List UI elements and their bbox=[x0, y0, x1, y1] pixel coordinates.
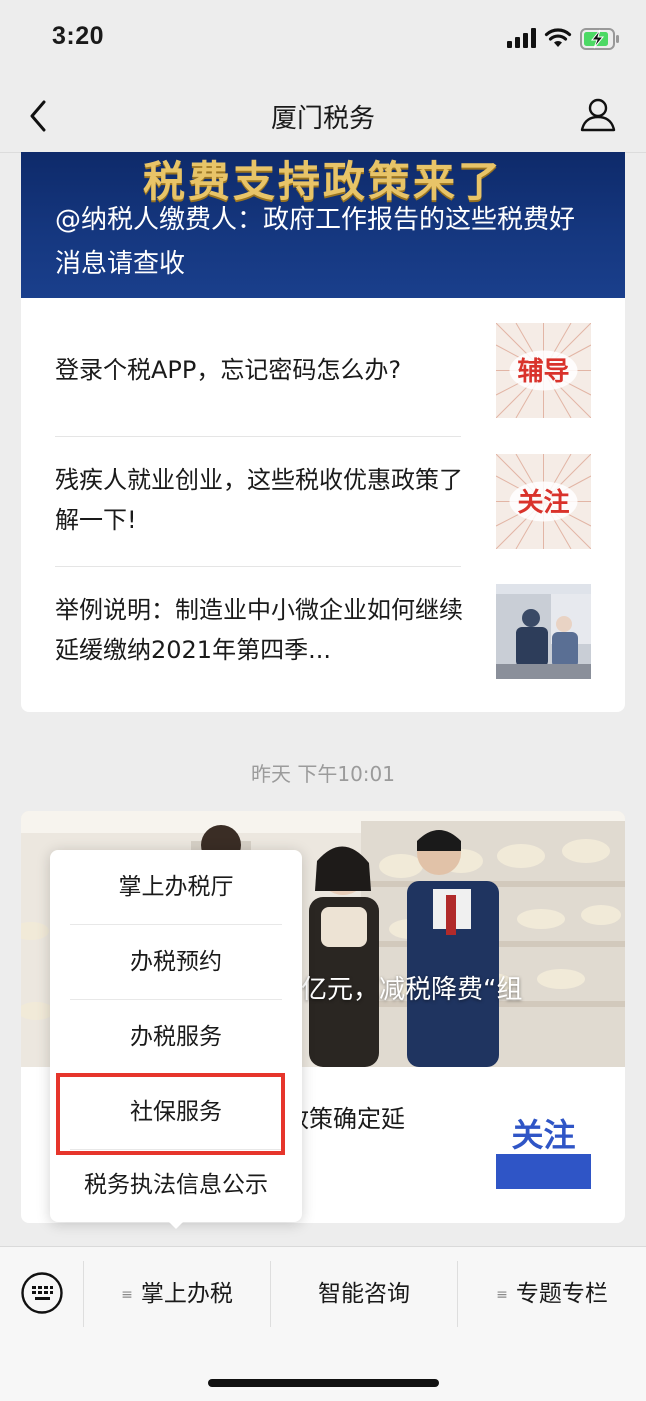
article-title: 残疾人就业创业，这些税收优惠政策了解一下! bbox=[55, 466, 463, 534]
article-thumbnail-photo bbox=[496, 584, 591, 679]
page-title: 厦门税务 bbox=[270, 104, 375, 134]
highlight-box bbox=[56, 1073, 285, 1155]
article-title: 登录个税APP，忘记密码怎么办? bbox=[55, 356, 402, 384]
tab-mobile-tax[interactable]: ≡ 掌上办税 bbox=[84, 1247, 270, 1341]
menu-item-enforcement-info[interactable]: 税务执法信息公示 bbox=[50, 1148, 302, 1222]
menu-lines-icon: ≡ bbox=[121, 1286, 133, 1303]
popup-menu: 掌上办税厅 办税预约 办税服务 社保服务 税务执法信息公示 bbox=[50, 850, 302, 1222]
message-timestamp: 昨天 下午10:01 bbox=[251, 762, 395, 786]
nav-bar: 厦门税务 bbox=[0, 80, 646, 153]
battery-charging-icon bbox=[580, 28, 619, 50]
wifi-icon bbox=[544, 28, 572, 47]
tab-label: 掌上办税 bbox=[140, 1281, 233, 1307]
user-icon[interactable] bbox=[580, 96, 616, 132]
home-indicator[interactable] bbox=[208, 1379, 439, 1387]
thumb-label: 辅导 bbox=[517, 357, 569, 387]
article-thumbnail: 关注 bbox=[496, 1094, 591, 1189]
thumb-label: 关注 bbox=[517, 487, 569, 518]
article-item[interactable]: 登录个税APP，忘记密码怎么办? 辅导 bbox=[21, 298, 625, 428]
status-time: 3:20 bbox=[52, 22, 105, 50]
banner-title: @纳税人缴费人：政府工作报告的这些税费好消息请查收 bbox=[55, 205, 576, 279]
popup-arrow bbox=[166, 1219, 186, 1229]
thumb-label: 关注 bbox=[511, 1116, 575, 1154]
photo-caption: 亿元，减税降费“组 bbox=[301, 975, 523, 1005]
menu-item-tax-service[interactable]: 办税服务 bbox=[50, 1000, 302, 1074]
article-card[interactable]: 税费支持政策来了 @纳税人缴费人：政府工作报告的这些税费好消息请查收 登录个税A… bbox=[21, 152, 625, 712]
article-title: 政策确定延 bbox=[285, 1105, 405, 1133]
tab-label: 智能咨询 bbox=[318, 1281, 410, 1307]
article-item[interactable]: 残疾人就业创业，这些税收优惠政策了解一下! 关注 bbox=[21, 437, 625, 567]
article-item[interactable]: 举例说明：制造业中小微企业如何继续延缓缴纳2021年第四季... bbox=[21, 567, 625, 697]
tab-special-column[interactable]: ≡ 专题专栏 bbox=[458, 1247, 646, 1341]
article-title: 举例说明：制造业中小微企业如何继续延缓缴纳2021年第四季... bbox=[55, 596, 463, 664]
article-thumbnail: 关注 bbox=[496, 454, 591, 549]
bottom-menu-bar: ≡ 掌上办税 智能咨询 ≡ 专题专栏 bbox=[0, 1246, 646, 1401]
keyboard-icon[interactable] bbox=[20, 1271, 64, 1315]
article-banner[interactable]: 税费支持政策来了 @纳税人缴费人：政府工作报告的这些税费好消息请查收 bbox=[21, 152, 625, 298]
article-thumbnail: 辅导 bbox=[496, 323, 591, 418]
tab-smart-consult[interactable]: 智能咨询 bbox=[271, 1247, 457, 1341]
menu-item-tax-hall[interactable]: 掌上办税厅 bbox=[50, 850, 302, 924]
signal-icon bbox=[507, 28, 536, 48]
tab-label: 专题专栏 bbox=[515, 1281, 608, 1307]
status-bar: 3:20 bbox=[0, 0, 646, 80]
menu-item-appointment[interactable]: 办税预约 bbox=[50, 925, 302, 999]
menu-lines-icon: ≡ bbox=[496, 1286, 508, 1303]
